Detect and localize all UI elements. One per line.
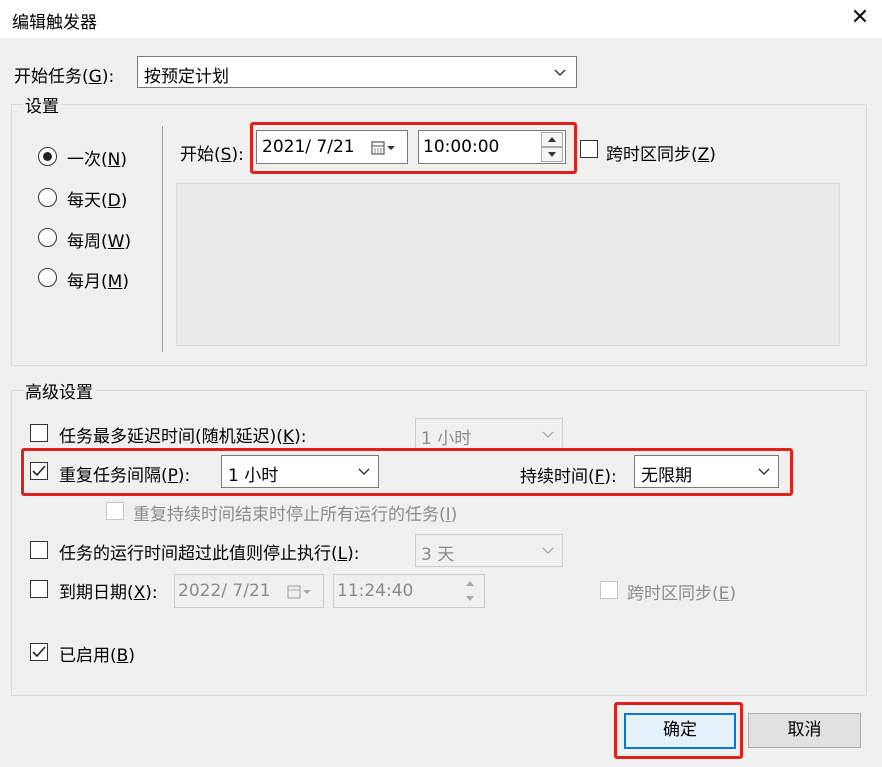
begin-task-dropdown[interactable]: 按预定计划 [137,56,577,88]
title-bar [0,0,882,38]
stop-if-checkbox[interactable] [30,541,48,559]
enabled-checkbox[interactable] [30,643,48,661]
vertical-divider [162,126,163,352]
sync-timezone-checkbox[interactable] [580,140,598,158]
delay-label: 任务最多延迟时间(随机延迟)(K): [59,427,307,447]
cancel-button[interactable]: 取消 [748,713,861,748]
radio-once[interactable] [38,147,57,166]
window-title: 编辑触发器 [12,13,97,33]
chevron-down-icon [542,429,554,441]
stop-all-checkbox[interactable] [106,502,124,520]
start-label: 开始(S): [180,145,244,165]
chevron-down-icon [542,545,554,557]
enabled-label: 已启用(B) [59,646,135,666]
expire-label: 到期日期(X): [59,583,158,603]
highlight-start [250,122,577,174]
settings-legend: 设置 [23,92,61,117]
radio-once-label: 一次(N) [67,150,127,170]
highlight-repeat [21,448,793,496]
delay-checkbox[interactable] [30,424,48,442]
chevron-down-icon [554,67,566,79]
radio-daily[interactable] [38,188,57,207]
begin-task-label: 开始任务(G): [14,67,115,87]
expire-time-input[interactable]: 11:24:40 [333,574,485,608]
expire-sync-label: 跨时区同步(E) [627,584,737,604]
sync-timezone-label: 跨时区同步(Z) [606,145,716,165]
expire-date-picker[interactable]: 2022/ 7/21 [174,574,324,608]
recurrence-panel [176,183,840,346]
stop-all-label: 重复持续时间结束时停止所有运行的任务(I) [133,505,458,525]
radio-daily-label: 每天(D) [67,191,128,211]
delay-dropdown[interactable]: 1 小时 [415,418,563,450]
radio-monthly[interactable] [38,268,57,287]
calendar-icon [287,584,313,605]
radio-monthly-label: 每月(M) [67,272,129,292]
advanced-legend: 高级设置 [23,378,95,403]
radio-weekly[interactable] [38,228,57,247]
highlight-ok [614,702,743,759]
time-spinner [459,576,481,606]
expire-checkbox[interactable] [30,580,48,598]
expire-sync-checkbox[interactable] [600,581,618,599]
radio-weekly-label: 每周(W) [67,232,132,252]
stop-if-dropdown[interactable]: 3 天 [415,534,563,567]
stop-if-label: 任务的运行时间超过此值则停止执行(L): [59,544,360,564]
close-icon[interactable]: ✕ [846,4,874,32]
